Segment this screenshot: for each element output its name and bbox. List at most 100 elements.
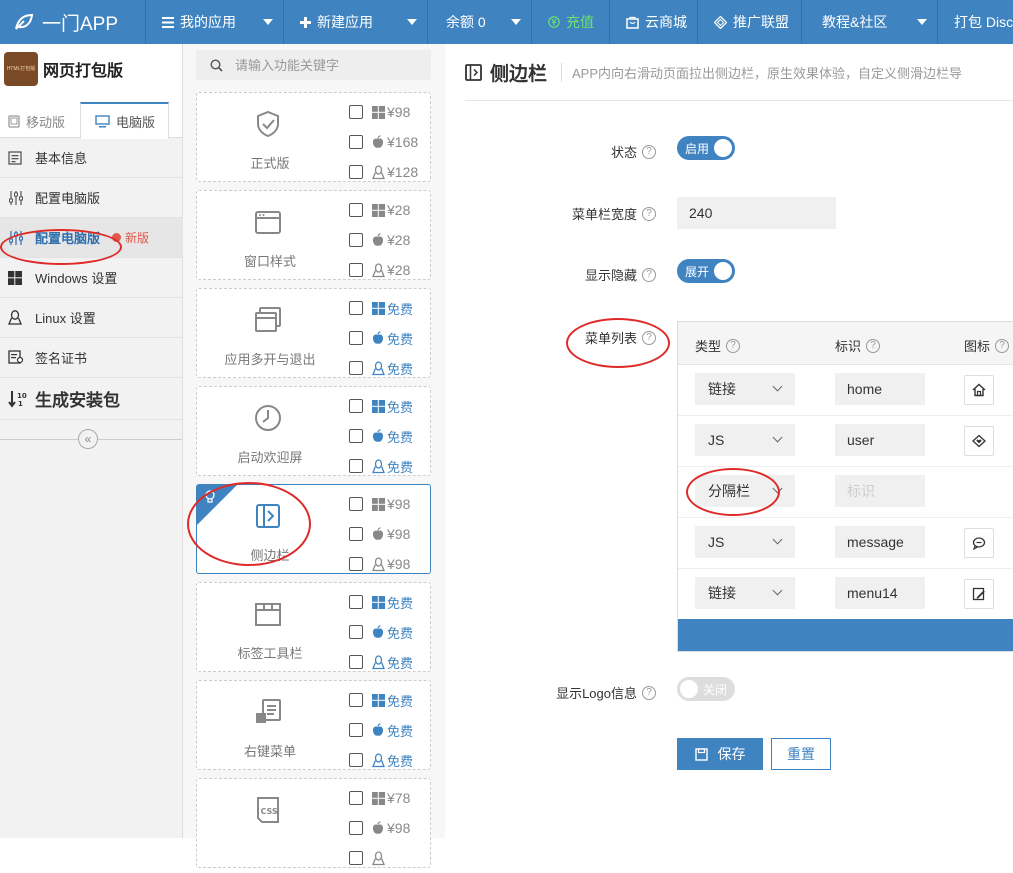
price-label: ¥98 <box>387 556 411 572</box>
type-select[interactable]: JS <box>695 424 795 456</box>
type-select[interactable]: 分隔栏 <box>695 475 795 507</box>
price-row: ¥98 <box>349 489 429 519</box>
status-toggle[interactable]: 启用 <box>677 136 735 160</box>
tag-input[interactable] <box>835 526 925 558</box>
platform-checkbox[interactable] <box>349 135 363 149</box>
platform-checkbox[interactable] <box>349 301 363 315</box>
platform-checkbox[interactable] <box>349 203 363 217</box>
feature-card[interactable]: 标签工具栏 免费 免费 免费 <box>196 582 431 672</box>
menu-width-input[interactable] <box>677 197 836 229</box>
platform-checkbox[interactable] <box>349 233 363 247</box>
feature-card[interactable]: 右键菜单 免费 免费 免费 <box>196 680 431 770</box>
platform-checkbox[interactable] <box>349 497 363 511</box>
sort-numeric-icon: 10 1 <box>8 390 28 408</box>
sidebar-item-build-package[interactable]: 10 1 生成安装包 <box>0 378 182 420</box>
icon-picker-button[interactable] <box>964 528 994 558</box>
help-icon[interactable]: ? <box>866 338 881 353</box>
icon-picker-button[interactable] <box>964 579 994 609</box>
version-tabs: 移动版 电脑版 <box>0 94 182 139</box>
certificate-icon <box>8 350 28 365</box>
help-icon[interactable]: ? <box>726 338 741 353</box>
platform-checkbox[interactable] <box>349 361 363 375</box>
save-button[interactable]: 保存 <box>677 738 763 770</box>
platform-checkbox[interactable] <box>349 595 363 609</box>
double-chevron-left-icon[interactable]: « <box>78 429 98 449</box>
platform-checkbox[interactable] <box>349 331 363 345</box>
platform-checkbox[interactable] <box>349 821 363 835</box>
save-icon <box>694 747 708 761</box>
nav-new-app[interactable]: 新建应用 <box>284 0 428 44</box>
platform-checkbox[interactable] <box>349 165 363 179</box>
sidebar-item-signature-cert[interactable]: 签名证书 <box>0 338 182 378</box>
feature-card[interactable]: 侧边栏 ¥98 ¥98 ¥98 <box>196 484 431 574</box>
type-select[interactable]: JS <box>695 526 795 558</box>
platform-checkbox[interactable] <box>349 791 363 805</box>
type-select[interactable]: 链接 <box>695 373 795 405</box>
show-logo-toggle[interactable]: 关闭 <box>677 677 735 701</box>
brand-logo[interactable]: 一门APP <box>0 0 146 44</box>
feature-card[interactable]: 正式版 ¥98 ¥168 ¥128 <box>196 92 431 182</box>
selected-ribbon <box>197 485 237 525</box>
sidebar-item-windows-settings[interactable]: Windows 设置 <box>0 258 182 298</box>
nav-balance[interactable]: 余额 0 <box>428 0 532 44</box>
nav-tutorial-community[interactable]: 教程&社区 <box>802 0 938 44</box>
help-icon[interactable]: ? <box>642 267 656 282</box>
nav-package-disc[interactable]: 打包 Disc <box>938 0 1013 44</box>
sidebar-item-config-desktop[interactable]: 配置电脑版 <box>0 178 182 218</box>
show-hide-toggle[interactable]: 展开 <box>677 259 735 283</box>
tag-input[interactable] <box>835 373 925 405</box>
reset-button[interactable]: 重置 <box>771 738 831 770</box>
sidebar-item-basic-info[interactable]: 基本信息 <box>0 138 182 178</box>
tab-mobile[interactable]: 移动版 <box>0 104 80 138</box>
linux-icon <box>371 458 385 474</box>
apple-icon <box>371 135 385 149</box>
platform-checkbox[interactable] <box>349 693 363 707</box>
sidebar-item-config-desktop-new[interactable]: 配置电脑版 新版 <box>0 217 191 258</box>
platform-checkbox[interactable] <box>349 527 363 541</box>
search-input[interactable] <box>235 57 415 73</box>
price-label: 免费 <box>387 331 414 347</box>
help-icon[interactable]: ? <box>642 685 656 700</box>
platform-checkbox[interactable] <box>349 851 363 865</box>
feature-card[interactable]: CSS ¥78 ¥98 <box>196 778 431 868</box>
tab-desktop[interactable]: 电脑版 <box>80 102 169 139</box>
add-menu-item-bar[interactable] <box>678 619 1013 651</box>
nav-recharge[interactable]: 充值 <box>532 0 610 44</box>
header-label: 类型 <box>695 339 722 354</box>
platform-checkbox[interactable] <box>349 625 363 639</box>
price-row: 免费 <box>349 715 429 745</box>
platform-checkbox[interactable] <box>349 399 363 413</box>
help-icon[interactable]: ? <box>642 144 656 159</box>
feature-card[interactable]: 应用多开与退出 免费 免费 免费 <box>196 288 431 378</box>
platform-checkbox[interactable] <box>349 429 363 443</box>
platform-checkbox[interactable] <box>349 263 363 277</box>
nav-affiliate[interactable]: 推广联盟 <box>698 0 802 44</box>
help-icon[interactable]: ? <box>642 330 656 345</box>
tag-input[interactable] <box>835 424 925 456</box>
help-icon[interactable]: ? <box>995 338 1010 353</box>
sidebar-item-label: 配置电脑版 <box>35 191 101 206</box>
feature-card[interactable]: 启动欢迎屏 免费 免费 免费 <box>196 386 431 476</box>
windows-icon <box>371 791 385 805</box>
platform-checkbox[interactable] <box>349 723 363 737</box>
nav-my-apps-label: 我的应用 <box>180 14 236 30</box>
icon-picker-button[interactable] <box>964 426 994 456</box>
info-icon <box>8 150 28 165</box>
feature-card[interactable]: 窗口样式 ¥28 ¥28 ¥28 <box>196 190 431 280</box>
icon-picker-button[interactable] <box>964 375 994 405</box>
type-select[interactable]: 链接 <box>695 577 795 609</box>
nav-my-apps[interactable]: 我的应用 <box>146 0 284 44</box>
nav-cloud-shop[interactable]: 云商城 <box>610 0 698 44</box>
help-icon[interactable]: ? <box>642 206 656 221</box>
platform-checkbox[interactable] <box>349 459 363 473</box>
price-row: ¥28 <box>349 195 429 225</box>
platform-checkbox[interactable] <box>349 557 363 571</box>
sidebar-item-linux-settings[interactable]: Linux 设置 <box>0 298 182 338</box>
platform-checkbox[interactable] <box>349 753 363 767</box>
platform-checkbox[interactable] <box>349 105 363 119</box>
status-label-text: 状态 <box>610 145 637 160</box>
platform-checkbox[interactable] <box>349 655 363 669</box>
tag-input[interactable] <box>835 475 925 507</box>
tag-input[interactable] <box>835 577 925 609</box>
chevron-down-icon <box>407 19 417 25</box>
